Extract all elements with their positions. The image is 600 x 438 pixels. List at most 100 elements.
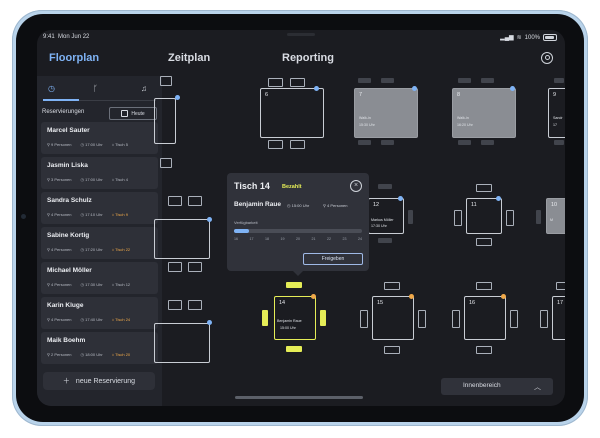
table-number: 17 bbox=[557, 300, 564, 306]
table-number: 14 bbox=[279, 300, 286, 306]
table-14[interactable]: 14 Benjamin Raue 15:00 Uhr bbox=[274, 296, 316, 340]
reservation-persons: 2 Personen bbox=[51, 352, 72, 357]
table-detail-popup: Tisch 14 Bezahlt × Benjamin Raue ◷ 15:00… bbox=[227, 173, 369, 276]
reservation-time: 17:00 Uhr bbox=[85, 177, 103, 182]
table-partial-bottom[interactable] bbox=[154, 323, 210, 363]
reservation-card[interactable]: Maik Boehm ⚲ 2 Personen ◷ 18:00 Uhr ⌂ Tisch… bbox=[41, 332, 158, 364]
table-partial-top[interactable] bbox=[154, 98, 176, 144]
app-screen: 9:41 Mon Jun 22 ▂▄▆ ≋ 100% Floorplan Zei… bbox=[37, 30, 565, 406]
table-guest: Sandr bbox=[553, 116, 563, 120]
reservation-card[interactable]: Sabine Kortig ⚲ 4 Personen ◷ 17:20 Uhr ⌂ Ti… bbox=[41, 227, 158, 259]
reservation-time: 17:40 Uhr bbox=[85, 317, 103, 322]
profile-icon[interactable] bbox=[541, 52, 553, 64]
reservation-persons: 4 Personen bbox=[51, 247, 72, 252]
table-guest: Benjamin Raue bbox=[277, 319, 302, 323]
chevron-up-icon: ︿ bbox=[534, 384, 541, 391]
reservation-table: Tisch 9 bbox=[115, 212, 128, 217]
table-number: 7 bbox=[359, 92, 363, 98]
reservation-card[interactable]: Michael Möller ⚲ 4 Personen ◷ 17:30 Uhr ⌂ T… bbox=[41, 262, 158, 294]
table-time: 15:30 Uhr bbox=[359, 123, 375, 127]
reservation-table: Tisch 20 bbox=[115, 352, 131, 357]
status-dot bbox=[175, 95, 180, 100]
status-bar: 9:41 Mon Jun 22 ▂▄▆ ≋ 100% bbox=[37, 30, 565, 42]
reservation-name: Karin Kluge bbox=[47, 302, 84, 309]
timeline-ticks: 16 17 18 19 20 21 22 23 24 bbox=[234, 237, 362, 241]
clock-icon[interactable]: ◷ bbox=[48, 84, 55, 93]
status-dot bbox=[409, 294, 414, 299]
table-time: 17:30 Uhr bbox=[371, 224, 387, 228]
reservation-card[interactable]: Marcel Sauter ⚲ 9 Personen ◷ 17:00 Uhr ⌂ Ti… bbox=[41, 122, 158, 154]
timeline-tick: 19 bbox=[280, 237, 285, 241]
table-10[interactable]: 10 M bbox=[546, 198, 565, 234]
new-reservation-label: neue Reservierung bbox=[75, 377, 136, 385]
timeline-fill bbox=[234, 229, 250, 233]
table-guest: Markus Möller bbox=[371, 218, 394, 222]
reservations-sidebar: ◷ ᚴ ♫ Reservierungen Heute Marcel Sauter… bbox=[37, 76, 162, 406]
reservation-time: 18:00 Uhr bbox=[85, 352, 103, 357]
camera-icon bbox=[21, 214, 26, 219]
reservation-persons: 9 Personen bbox=[51, 142, 72, 147]
timeline-tick: 24 bbox=[358, 237, 362, 241]
table-17[interactable]: 17 bbox=[552, 296, 565, 340]
reservation-card[interactable]: Jasmin Liska ⚲ 3 Personen ◷ 17:00 Uhr ⌂ Tis… bbox=[41, 157, 158, 189]
table-11[interactable]: 11 bbox=[466, 198, 502, 234]
status-time: 9:41 bbox=[43, 34, 55, 40]
today-button-label: Heute bbox=[131, 110, 145, 117]
calendar-icon bbox=[121, 110, 129, 117]
table-12[interactable]: 12 Markus Möller 17:30 Uhr bbox=[368, 198, 404, 234]
bell-icon[interactable]: ♫ bbox=[141, 84, 147, 93]
availability-timeline bbox=[234, 229, 362, 233]
signal-icon: ▂▄▆ bbox=[500, 35, 514, 41]
reservation-name: Jasmin Liska bbox=[47, 162, 88, 169]
table-number: 12 bbox=[373, 202, 380, 208]
table-guest: Walk-in bbox=[457, 116, 469, 120]
home-indicator bbox=[235, 396, 363, 399]
plus-icon: ＋ bbox=[62, 378, 70, 385]
reservation-name: Sandra Schulz bbox=[47, 197, 92, 204]
popup-guest-name: Benjamin Raue bbox=[234, 201, 281, 208]
timeline-tick: 22 bbox=[327, 237, 331, 241]
table-6[interactable]: 6 bbox=[260, 88, 324, 138]
top-navigation: Floorplan Zeitplan Reporting bbox=[37, 42, 565, 70]
status-dot bbox=[207, 320, 212, 325]
tab-zeitplan[interactable]: Zeitplan bbox=[168, 52, 210, 64]
battery-percent: 100% bbox=[524, 34, 540, 41]
table-7[interactable]: 7 Walk-in 15:30 Uhr bbox=[354, 88, 418, 138]
reservation-time: 17:20 Uhr bbox=[85, 247, 103, 252]
reservation-card[interactable]: Sandra Schulz ⚲ 4 Personen ◷ 17:10 Uhr ⌂ Ti… bbox=[41, 192, 158, 224]
availability-label: Verfügbarkeit bbox=[234, 220, 258, 225]
timeline-tick: 23 bbox=[342, 237, 347, 241]
popup-persons: 4 Personen bbox=[327, 203, 348, 208]
status-dot bbox=[510, 86, 515, 91]
table-15[interactable]: 15 bbox=[372, 296, 414, 340]
walk-in-icon[interactable]: ᚴ bbox=[93, 84, 98, 93]
status-dot bbox=[398, 196, 403, 201]
tab-floorplan[interactable]: Floorplan bbox=[49, 52, 99, 64]
reservation-card[interactable]: Karin Kluge ⚲ 4 Personen ◷ 17:40 Uhr ⌂ Tisc… bbox=[41, 297, 158, 329]
table-number: 15 bbox=[377, 300, 384, 306]
table-partial-mid[interactable] bbox=[154, 219, 210, 259]
today-button[interactable]: Heute bbox=[109, 107, 157, 120]
popup-pointer bbox=[293, 271, 303, 276]
table-9[interactable]: 9 Sandr 17 bbox=[548, 88, 565, 138]
area-label: Innenbereich bbox=[463, 382, 501, 389]
reservation-name: Marcel Sauter bbox=[47, 127, 90, 134]
tab-reporting[interactable]: Reporting bbox=[282, 52, 334, 64]
status-dot bbox=[311, 294, 316, 299]
table-time: 15:00 Uhr bbox=[280, 326, 296, 330]
reservation-name: Maik Boehm bbox=[47, 337, 86, 344]
table-number: 16 bbox=[469, 300, 476, 306]
timeline-tick: 16 bbox=[234, 237, 238, 241]
table-16[interactable]: 16 bbox=[464, 296, 506, 340]
timeline-tick: 17 bbox=[249, 237, 254, 241]
table-number: 9 bbox=[553, 92, 557, 98]
table-number: 11 bbox=[471, 202, 477, 208]
table-8[interactable]: 8 Walk-in 16:20 Uhr bbox=[452, 88, 516, 138]
new-reservation-button[interactable]: ＋ neue Reservierung bbox=[43, 372, 155, 390]
reservation-persons: 3 Personen bbox=[51, 177, 72, 182]
table-time: 17 bbox=[553, 123, 557, 127]
popup-title: Tisch 14 bbox=[234, 181, 270, 191]
close-icon[interactable]: × bbox=[350, 180, 362, 192]
area-selector-button[interactable]: Innenbereich ︿ bbox=[441, 378, 553, 395]
release-button[interactable]: Freigeben bbox=[303, 253, 363, 265]
